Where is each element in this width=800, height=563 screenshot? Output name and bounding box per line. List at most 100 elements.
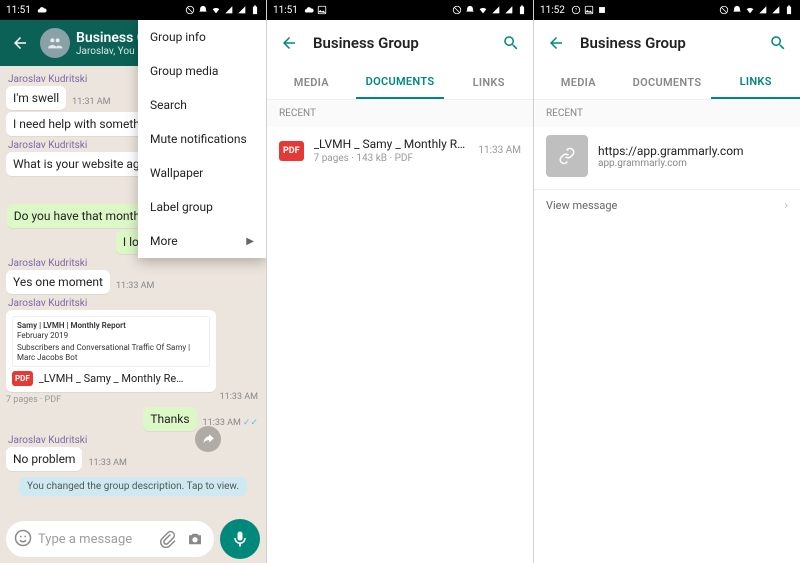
- mic-button[interactable]: [220, 519, 260, 559]
- status-time: 11:52: [540, 5, 565, 16]
- timestamp: 11:33 AM: [88, 458, 126, 468]
- message-input[interactable]: Type a message: [6, 521, 214, 557]
- document-meta: 7 pages · PDF: [6, 395, 61, 405]
- cloud-icon: [37, 5, 47, 15]
- document-name: _LVMH _ Samy _ Monthly Re…: [39, 372, 210, 385]
- msg-in[interactable]: Yes one moment: [6, 270, 110, 294]
- cloud-icon: [304, 5, 314, 15]
- signal-icon: [224, 5, 234, 15]
- input-placeholder: Type a message: [38, 532, 150, 547]
- view-message-button[interactable]: View message ›: [534, 189, 800, 220]
- page-title: Business Group: [313, 34, 487, 52]
- link-row[interactable]: https://app.grammarly.com app.grammarly.…: [534, 127, 800, 185]
- link-domain: app.grammarly.com: [598, 158, 744, 169]
- document-meta: 7 pages · 143 kB · PDF: [314, 153, 469, 164]
- signal2-icon: [504, 5, 514, 15]
- group-avatar[interactable]: [40, 28, 70, 58]
- timestamp: 11:31 AM: [72, 97, 110, 107]
- screen-chat: 11:51 Business Group Jaroslav, You: [0, 0, 267, 563]
- emoji-icon[interactable]: [14, 529, 32, 550]
- document-message[interactable]: Samy | LVMH | Monthly Report February 20…: [6, 310, 216, 392]
- signal2-icon: [771, 5, 781, 15]
- status-bar: 11:51: [267, 0, 533, 20]
- document-time: 11:33 AM: [478, 145, 521, 156]
- wifi-icon: [478, 5, 488, 15]
- sender-name: Jaroslav Kudritski: [8, 435, 260, 446]
- menu-group-info[interactable]: Group info: [138, 20, 266, 54]
- menu-group-media[interactable]: Group media: [138, 54, 266, 88]
- tab-media[interactable]: MEDIA: [267, 66, 356, 99]
- msg-in[interactable]: No problem: [6, 447, 82, 471]
- msg-in[interactable]: I'm swell: [6, 86, 66, 110]
- sender-name: Jaroslav Kudritski: [8, 298, 260, 309]
- tabs: MEDIA DOCUMENTS LINKS: [534, 66, 800, 100]
- document-row[interactable]: PDF _LVMH _ Samy _ Monthly Report Feb 20…: [267, 127, 533, 174]
- signal2-icon: [237, 5, 247, 15]
- media-header: Business Group: [267, 20, 533, 66]
- page-title: Business Group: [580, 34, 754, 52]
- sender-name: Jaroslav Kudritski: [8, 258, 260, 269]
- attach-icon[interactable]: [156, 528, 178, 550]
- forward-button[interactable]: [195, 426, 221, 452]
- wifi-icon: [211, 5, 221, 15]
- pdf-icon: PDF: [279, 141, 304, 161]
- tab-media[interactable]: MEDIA: [534, 66, 623, 99]
- signal-icon: [758, 5, 768, 15]
- menu-more[interactable]: More▶: [138, 224, 266, 258]
- pdf-icon: PDF: [12, 371, 33, 386]
- timestamp: 11:33 AM: [116, 281, 154, 291]
- document-preview: Samy | LVMH | Monthly Report February 20…: [12, 316, 210, 367]
- menu-wallpaper[interactable]: Wallpaper: [138, 156, 266, 190]
- system-message[interactable]: You changed the group description. Tap t…: [19, 477, 247, 496]
- status-time: 11:51: [273, 5, 298, 16]
- status-time: 11:51: [6, 5, 31, 16]
- status-bar: 11:51: [0, 0, 266, 20]
- signal-icon: [491, 5, 501, 15]
- back-button[interactable]: [542, 29, 570, 57]
- screen-links: 11:52 ? Business Group MEDIA DOCUMENTS: [534, 0, 800, 563]
- msg-out[interactable]: Thanks: [143, 407, 196, 431]
- chevron-right-icon: ›: [784, 198, 788, 212]
- screen-documents: 11:51 Business Group MEDIA DOCUMENTS LIN: [267, 0, 534, 563]
- dnd-icon: [185, 5, 195, 15]
- link-title: https://app.grammarly.com: [598, 144, 744, 158]
- camera-icon[interactable]: [184, 528, 206, 550]
- battery-icon: [517, 5, 527, 15]
- menu-search[interactable]: Search: [138, 88, 266, 122]
- search-button[interactable]: [497, 29, 525, 57]
- back-button[interactable]: [275, 29, 303, 57]
- link-icon: [546, 135, 588, 177]
- help-icon: ?: [571, 5, 581, 15]
- section-header: RECENT: [534, 100, 800, 127]
- dnd-icon: [719, 5, 729, 15]
- dnd-icon: [452, 5, 462, 15]
- view-message-label: View message: [546, 199, 617, 212]
- composer: Type a message: [0, 515, 266, 563]
- wifi-icon: [745, 5, 755, 15]
- chevron-right-icon: ▶: [246, 236, 254, 247]
- timestamp: 11:33 AM: [220, 392, 258, 402]
- svg-text:?: ?: [575, 8, 577, 14]
- menu-label-group[interactable]: Label group: [138, 190, 266, 224]
- tab-documents[interactable]: DOCUMENTS: [623, 66, 712, 99]
- tabs: MEDIA DOCUMENTS LINKS: [267, 66, 533, 100]
- alarm-icon: [732, 5, 742, 15]
- image-icon: [317, 5, 327, 15]
- read-ticks-icon: ✓✓: [243, 418, 258, 428]
- menu-mute[interactable]: Mute notifications: [138, 122, 266, 156]
- section-header: RECENT: [267, 100, 533, 127]
- alarm-icon: [198, 5, 208, 15]
- battery-icon: [250, 5, 260, 15]
- tab-links[interactable]: LINKS: [444, 66, 533, 99]
- search-button[interactable]: [764, 29, 792, 57]
- overflow-menu: Group info Group media Search Mute notif…: [138, 20, 266, 258]
- document-name: _LVMH _ Samy _ Monthly Report Feb 2019: [314, 137, 469, 151]
- app-icon: [597, 5, 607, 15]
- back-button[interactable]: [6, 29, 34, 57]
- image-icon: [584, 5, 594, 15]
- alarm-icon: [465, 5, 475, 15]
- status-bar: 11:52 ?: [534, 0, 800, 20]
- tab-documents[interactable]: DOCUMENTS: [356, 66, 445, 99]
- tab-links[interactable]: LINKS: [711, 66, 800, 99]
- battery-icon: [784, 5, 794, 15]
